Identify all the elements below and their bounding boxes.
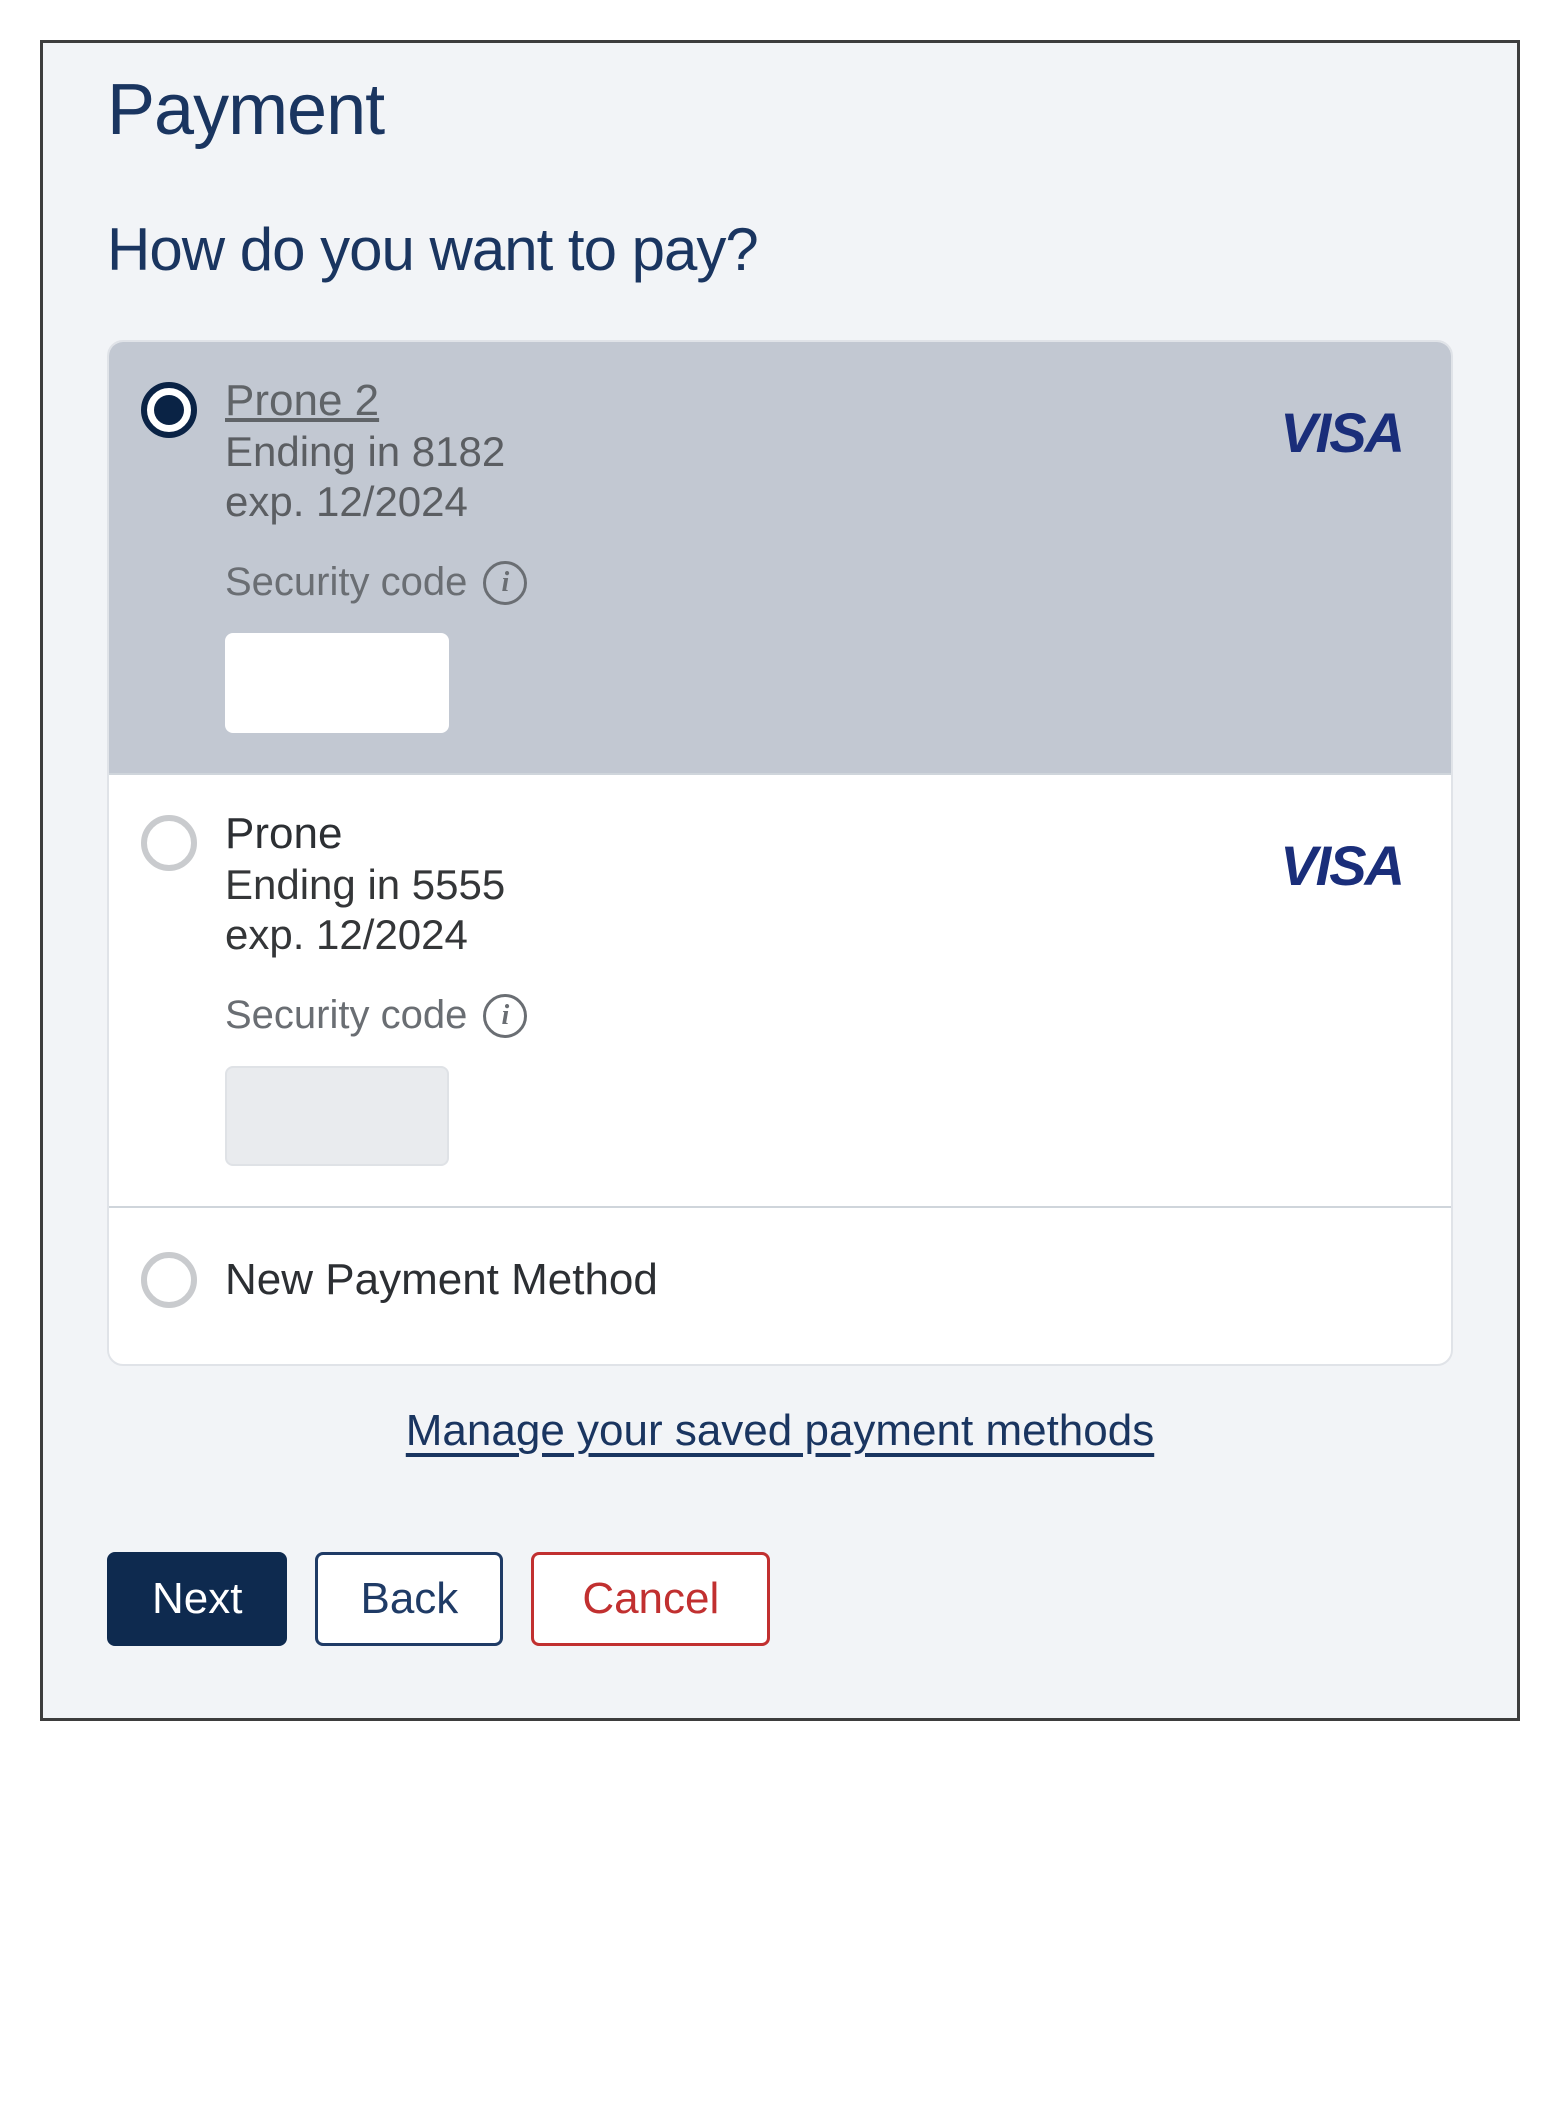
info-icon[interactable]: i — [483, 994, 527, 1038]
new-payment-method-option[interactable]: New Payment Method — [109, 1208, 1451, 1364]
back-button[interactable]: Back — [315, 1552, 503, 1646]
radio-unselected-icon[interactable] — [141, 1252, 197, 1308]
security-code-label: Security code i — [225, 993, 527, 1038]
payment-method-option[interactable]: Prone 2 Ending in 8182 exp. 12/2024 VISA… — [109, 342, 1451, 775]
page-subtitle: How do you want to pay? — [107, 215, 1453, 284]
radio-unselected-icon[interactable] — [141, 815, 197, 871]
security-code-input[interactable] — [225, 633, 449, 733]
payment-method-body: Prone 2 Ending in 8182 exp. 12/2024 VISA… — [225, 376, 1413, 733]
payment-method-labels: Prone 2 Ending in 8182 exp. 12/2024 — [225, 376, 1280, 526]
payment-method-name: Prone — [225, 809, 1280, 859]
security-code-text: Security code — [225, 993, 467, 1038]
payment-panel: Payment How do you want to pay? Prone 2 … — [40, 40, 1520, 1721]
payment-method-ending: Ending in 8182 — [225, 428, 1280, 476]
visa-logo-icon: VISA — [1280, 400, 1403, 465]
security-code-section: Security code i — [225, 993, 1413, 1166]
payment-method-expiry: exp. 12/2024 — [225, 478, 1280, 526]
manage-methods-row: Manage your saved payment methods — [107, 1406, 1453, 1456]
new-payment-method-label: New Payment Method — [225, 1255, 658, 1305]
payment-method-labels: Prone Ending in 5555 exp. 12/2024 — [225, 809, 1280, 959]
payment-method-list: Prone 2 Ending in 8182 exp. 12/2024 VISA… — [107, 340, 1453, 1366]
payment-method-expiry: exp. 12/2024 — [225, 911, 1280, 959]
page-title: Payment — [107, 69, 1453, 151]
manage-payment-methods-link[interactable]: Manage your saved payment methods — [406, 1406, 1154, 1455]
payment-method-header: Prone 2 Ending in 8182 exp. 12/2024 VISA — [225, 376, 1413, 526]
next-button[interactable]: Next — [107, 1552, 287, 1646]
payment-method-name[interactable]: Prone 2 — [225, 376, 1280, 426]
payment-method-ending: Ending in 5555 — [225, 861, 1280, 909]
security-code-label: Security code i — [225, 560, 527, 605]
info-icon[interactable]: i — [483, 561, 527, 605]
radio-selected-icon[interactable] — [141, 382, 197, 438]
action-buttons: Next Back Cancel — [107, 1552, 1453, 1646]
payment-method-body: Prone Ending in 5555 exp. 12/2024 VISA S… — [225, 809, 1413, 1166]
security-code-input[interactable] — [225, 1066, 449, 1166]
visa-logo-icon: VISA — [1280, 833, 1403, 898]
security-code-text: Security code — [225, 560, 467, 605]
security-code-section: Security code i — [225, 560, 1413, 733]
payment-method-header: Prone Ending in 5555 exp. 12/2024 VISA — [225, 809, 1413, 959]
cancel-button[interactable]: Cancel — [531, 1552, 770, 1646]
payment-method-option[interactable]: Prone Ending in 5555 exp. 12/2024 VISA S… — [109, 775, 1451, 1208]
